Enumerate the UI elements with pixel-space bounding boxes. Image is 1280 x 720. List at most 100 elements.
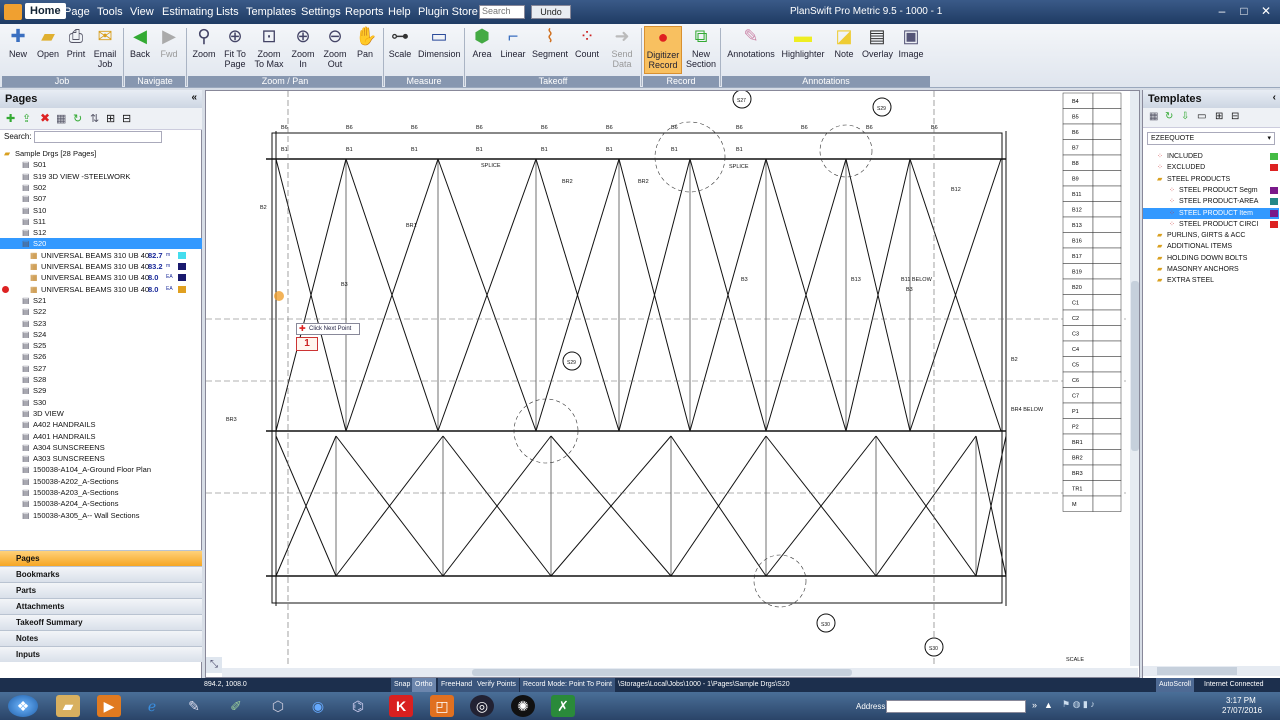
templates-hscroll[interactable] bbox=[1143, 666, 1280, 676]
takeoff-item-row[interactable]: ▦ UNIVERSAL BEAMS 310 UB 40 82.7 m bbox=[0, 250, 202, 261]
templates-hscroll-thumb[interactable] bbox=[1157, 667, 1237, 675]
template-row[interactable]: ⁘ EXCLUDED bbox=[1143, 162, 1279, 173]
color-swatch[interactable] bbox=[178, 285, 186, 293]
page-row[interactable]: ▤ 150038-A204_A-Sections bbox=[0, 498, 202, 509]
template-row[interactable]: ⁘ STEEL PRODUCT Item bbox=[1143, 207, 1279, 219]
template-save-icon[interactable]: ⇩ bbox=[1181, 111, 1189, 122]
zoom-in-button[interactable]: ⊕ Zoom In bbox=[288, 26, 318, 69]
scrollbar-thumb[interactable] bbox=[472, 669, 852, 676]
page-row[interactable]: ▤ S01 bbox=[0, 159, 202, 170]
menu-plugin-store[interactable]: Plugin Store bbox=[418, 6, 478, 18]
page-row[interactable]: ▤ S23 bbox=[0, 318, 202, 329]
ortho-toggle[interactable]: Ortho bbox=[412, 678, 436, 692]
new-button[interactable]: ✚ New bbox=[4, 26, 32, 59]
page-row[interactable]: ▤ S25 bbox=[0, 340, 202, 351]
add-page-icon[interactable]: ✚ bbox=[6, 112, 15, 125]
verify-points-toggle[interactable]: Verify Points bbox=[474, 678, 519, 692]
page-row[interactable]: ▤ S27 bbox=[0, 363, 202, 374]
template-collapse-icon[interactable]: ⊟ bbox=[1231, 111, 1239, 122]
start-button[interactable]: ❖ bbox=[8, 695, 38, 717]
properties-icon[interactable]: ▦ bbox=[56, 112, 66, 125]
page-row[interactable]: ▤ S28 bbox=[0, 374, 202, 385]
network-icon[interactable]: ⌬ bbox=[346, 695, 370, 717]
page-row[interactable]: ▤ S10 bbox=[0, 205, 202, 216]
linear-button[interactable]: ⌐ Linear bbox=[498, 26, 528, 59]
delete-icon[interactable]: ✖ bbox=[40, 111, 50, 125]
template-row[interactable]: ▰ EXTRA STEEL bbox=[1143, 275, 1279, 286]
zoom-button[interactable]: ⚲ Zoom bbox=[190, 26, 218, 59]
email-job-button[interactable]: ✉ Email Job bbox=[91, 26, 119, 69]
zoom-out-button[interactable]: ⊖ Zoom Out bbox=[320, 26, 350, 69]
highlighter-button[interactable]: ▬ Highlighter bbox=[780, 26, 826, 59]
horizontal-scrollbar[interactable] bbox=[222, 668, 1138, 677]
page-row[interactable]: ▤ 150038-A305_A-- Wall Sections bbox=[0, 510, 202, 521]
media-player-icon[interactable]: ▶ bbox=[97, 695, 121, 717]
nav-inputs[interactable]: Inputs bbox=[0, 646, 202, 662]
menu-lists[interactable]: Lists bbox=[216, 6, 239, 18]
collapse-all-icon[interactable]: ⊟ bbox=[122, 112, 131, 125]
page-row[interactable]: ▤ S26 bbox=[0, 351, 202, 362]
page-row[interactable]: ▤ A401 HANDRAILS bbox=[0, 431, 202, 442]
refresh-icon[interactable]: ↻ bbox=[73, 112, 82, 125]
annotations-button[interactable]: ✎ Annotations bbox=[726, 26, 776, 59]
paint-icon[interactable]: ✎ bbox=[182, 695, 206, 717]
count-marker[interactable] bbox=[274, 291, 284, 301]
page-row[interactable]: ▤ S02 bbox=[0, 182, 202, 193]
template-folder-icon[interactable]: ▭ bbox=[1197, 111, 1206, 122]
page-row[interactable]: ▤ S21 bbox=[0, 295, 202, 306]
import-icon[interactable]: ⇪ bbox=[22, 112, 31, 125]
nav-takeoff-summary[interactable]: Takeoff Summary bbox=[0, 614, 202, 630]
planswift-icon[interactable]: ◎ bbox=[470, 695, 494, 717]
template-row[interactable]: ⁘ INCLUDED bbox=[1143, 151, 1279, 162]
dimension-button[interactable]: ▭ Dimension bbox=[418, 26, 461, 59]
page-row[interactable]: ▤ A402 HANDRAILS bbox=[0, 419, 202, 430]
send-data-button[interactable]: ➜ Send Data bbox=[606, 26, 638, 69]
forward-button[interactable]: ▶ Fwd bbox=[156, 26, 182, 59]
minimize-icon[interactable]: – bbox=[1215, 4, 1229, 18]
color-swatch[interactable] bbox=[178, 274, 186, 282]
nav-parts[interactable]: Parts bbox=[0, 582, 202, 598]
autoscroll-toggle[interactable]: AutoScroll bbox=[1156, 678, 1194, 692]
print-button[interactable]: ⎙ Print bbox=[62, 26, 90, 59]
page-row[interactable]: ▤ S22 bbox=[0, 306, 202, 317]
page-row[interactable]: ▤ S30 bbox=[0, 397, 202, 408]
back-button[interactable]: ◀ Back bbox=[126, 26, 154, 59]
page-row[interactable]: ▤ 150038-A104_A-Ground Floor Plan bbox=[0, 464, 202, 475]
nav-pages[interactable]: Pages bbox=[0, 550, 202, 566]
vertical-scrollbar[interactable] bbox=[1130, 91, 1139, 666]
menu-templates[interactable]: Templates bbox=[246, 6, 296, 18]
outlook-icon[interactable]: ◰ bbox=[430, 695, 454, 717]
takeoff-item-row[interactable]: ▦ UNIVERSAL BEAMS 310 UB 40 83.2 m bbox=[0, 261, 202, 272]
page-row[interactable]: ▤ S07 bbox=[0, 193, 202, 204]
scale-button[interactable]: ⊶ Scale bbox=[386, 26, 414, 59]
template-row[interactable]: ▰ STEEL PRODUCTS bbox=[1143, 174, 1279, 185]
template-expand-icon[interactable]: ⊞ bbox=[1215, 111, 1223, 122]
menu-settings[interactable]: Settings bbox=[301, 6, 341, 18]
expand-all-icon[interactable]: ⊞ bbox=[106, 112, 115, 125]
page-row[interactable]: ▤ S11 bbox=[0, 216, 202, 227]
tool-icon[interactable]: ✐ bbox=[224, 695, 248, 717]
nav-notes[interactable]: Notes bbox=[0, 630, 202, 646]
drawing-canvas[interactable]: S27 S29 S29 S30 S30 B6 B6 B6 B6 B6 B6 B6 B6 B6 B6 B6 B1 B… bbox=[205, 90, 1140, 678]
takeoff-item-row[interactable]: ▦ UNIVERSAL BEAMS 310 UB 40 8.0 EA bbox=[0, 272, 202, 283]
menu-help[interactable]: Help bbox=[388, 6, 411, 18]
pan-button[interactable]: ✋ Pan bbox=[352, 26, 378, 59]
page-row[interactable]: ▤ 150038-A203_A-Sections bbox=[0, 487, 202, 498]
template-refresh-icon[interactable]: ↻ bbox=[1165, 111, 1173, 122]
image-button[interactable]: ▣ Image bbox=[896, 26, 926, 59]
freehand-toggle[interactable]: FreeHand bbox=[438, 678, 476, 692]
explorer-icon[interactable]: ▰ bbox=[56, 695, 80, 717]
color-swatch[interactable] bbox=[178, 263, 186, 270]
menu-estimating[interactable]: Estimating bbox=[162, 6, 213, 18]
open-button[interactable]: ▰ Open bbox=[34, 26, 62, 59]
page-row[interactable]: ▤ 150038-A202_A-Sections bbox=[0, 476, 202, 487]
zoom-to-max-button[interactable]: ⊡ Zoom To Max bbox=[253, 26, 285, 69]
page-row[interactable]: ▤ A303 SUNSCREENS bbox=[0, 453, 202, 464]
menu-tools[interactable]: Tools bbox=[97, 6, 123, 18]
template-row[interactable]: ⁘ STEEL PRODUCT CIRCI bbox=[1143, 219, 1279, 230]
corner-arrow-icon[interactable]: ⤡ bbox=[206, 657, 222, 673]
address-input[interactable] bbox=[886, 700, 1026, 713]
vscroll-thumb[interactable] bbox=[1131, 281, 1139, 451]
template-row[interactable]: ⁘ STEEL PRODUCT-AREA bbox=[1143, 196, 1279, 207]
collapse-icon[interactable]: ‹ bbox=[1273, 92, 1276, 103]
